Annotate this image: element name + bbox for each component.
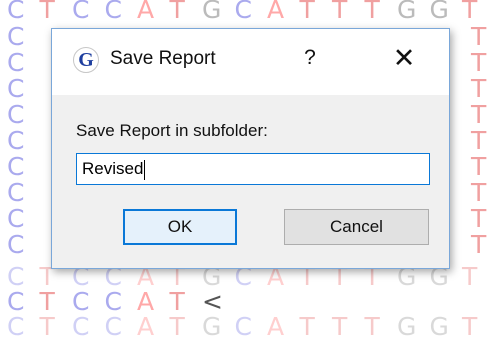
nucleotide-letter: T (471, 48, 487, 77)
nucleotide-letter: G (429, 312, 449, 341)
subfolder-name-value: Revised (82, 159, 144, 178)
close-button[interactable]: ✕ (386, 43, 422, 73)
nucleotide-letter: C (234, 312, 252, 341)
cancel-button[interactable]: Cancel (284, 209, 429, 245)
nucleotide-letter: T (364, 0, 380, 24)
nucleotide-letter: C (234, 0, 252, 24)
nucleotide-letter: G (397, 312, 417, 341)
nucleotide-letter: C (7, 312, 25, 341)
nucleotide-letter: C (7, 152, 25, 181)
nucleotide-letter: A (137, 0, 155, 24)
nucleotide-letter: T (364, 312, 380, 341)
nucleotide-letter: T (462, 262, 478, 291)
nucleotide-letter: T (299, 0, 315, 24)
nucleotide-letter: T (299, 312, 315, 341)
save-report-dialog: G Save Report ? ✕ Save Report in subfold… (51, 28, 450, 269)
nucleotide-letter: C (7, 178, 25, 207)
dialog-title: Save Report (110, 48, 216, 69)
nucleotide-letter: T (39, 312, 55, 341)
sequence-row-top: CTCCATGCATTTGGT (7, 0, 489, 23)
nucleotide-letter: C (7, 126, 25, 155)
nucleotide-letter: T (471, 126, 487, 155)
nucleotide-letter: C (7, 22, 25, 51)
nucleotide-letter: C (7, 48, 25, 77)
nucleotide-letter: A (267, 0, 285, 24)
nucleotide-letter: T (471, 100, 487, 129)
dialog-titlebar[interactable]: G Save Report ? ✕ (52, 29, 449, 95)
nucleotide-letter: T (462, 0, 478, 24)
nucleotide-letter: G (397, 0, 417, 24)
nucleotide-letter: C (7, 204, 25, 233)
nucleotide-letter: A (267, 312, 285, 341)
nucleotide-letter: T (169, 0, 185, 24)
nucleotide-letter: G (202, 0, 222, 24)
nucleotide-letter: C (7, 74, 25, 103)
nucleotide-letter: C (72, 312, 90, 341)
nucleotide-letter: C (7, 0, 25, 24)
nucleotide-letter: G (202, 312, 222, 341)
subfolder-prompt-label: Save Report in subfolder: (76, 121, 268, 140)
nucleotide-letter: T (332, 0, 348, 24)
nucleotide-letter: T (471, 152, 487, 181)
nucleotide-letter: T (471, 178, 487, 207)
nucleotide-letter: T (471, 230, 487, 259)
sequence-row-clipped: CTCCATGCATTTGGT (7, 314, 489, 340)
nucleotide-letter: T (169, 312, 185, 341)
nucleotide-letter: T (332, 312, 348, 341)
nucleotide-letter: C (104, 312, 122, 341)
nucleotide-letter: C (7, 230, 25, 259)
nucleotide-letter: T (39, 0, 55, 24)
nucleotide-letter: T (462, 312, 478, 341)
nucleotide-letter: C (72, 0, 90, 24)
nucleotide-letter: A (137, 312, 155, 341)
text-caret (144, 159, 146, 180)
nucleotide-letter: C (7, 100, 25, 129)
app-logo-icon: G (73, 47, 99, 73)
nucleotide-letter: C (104, 0, 122, 24)
nucleotide-letter: T (471, 74, 487, 103)
help-button[interactable]: ? (295, 43, 325, 73)
subfolder-name-input[interactable]: Revised (76, 153, 430, 185)
nucleotide-letter: T (471, 204, 487, 233)
nucleotide-letter: G (429, 0, 449, 24)
ok-button[interactable]: OK (123, 209, 237, 245)
nucleotide-letter: T (471, 22, 487, 51)
